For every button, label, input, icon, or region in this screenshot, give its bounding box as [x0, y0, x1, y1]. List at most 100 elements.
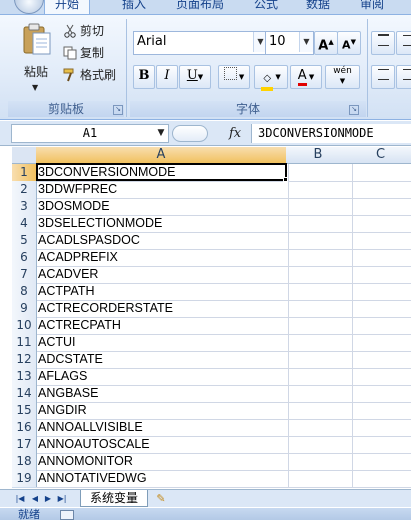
row-header[interactable]: 17	[12, 436, 37, 454]
cell-b[interactable]	[286, 317, 353, 335]
first-sheet-icon[interactable]: |◀	[14, 492, 26, 505]
cell-c[interactable]	[350, 232, 411, 250]
next-sheet-icon[interactable]: ▶	[42, 492, 54, 505]
column-header-c[interactable]: C	[350, 147, 411, 164]
sheet-tab-active[interactable]: 系统变量	[80, 490, 148, 507]
cell-c[interactable]	[350, 198, 411, 216]
cell-b[interactable]	[286, 300, 353, 318]
font-size-select[interactable]: 10 ▼	[265, 31, 314, 55]
tab-data[interactable]: 数据	[306, 0, 330, 14]
row-header[interactable]: 13	[12, 368, 37, 386]
underline-button[interactable]: U ▼	[179, 65, 211, 89]
cell-a[interactable]: ANNOAUTOSCALE	[36, 436, 289, 454]
row-header[interactable]: 3	[12, 198, 37, 216]
cell-c[interactable]	[350, 283, 411, 301]
font-name-select[interactable]: Arial ▼	[133, 31, 268, 55]
tab-formulas[interactable]: 公式	[254, 0, 278, 14]
clipboard-launcher-icon[interactable]: ↘	[113, 105, 123, 115]
row-header[interactable]: 14	[12, 385, 37, 403]
cell-c[interactable]	[350, 470, 411, 488]
row-header[interactable]: 16	[12, 419, 37, 437]
last-sheet-icon[interactable]: ▶|	[56, 492, 68, 505]
cell-a[interactable]: ANNOALLVISIBLE	[36, 419, 289, 437]
office-button[interactable]	[14, 0, 44, 14]
cell-b[interactable]	[286, 334, 353, 352]
cell-b[interactable]	[286, 436, 353, 454]
cell-a[interactable]: 3DSELECTIONMODE	[36, 215, 289, 233]
borders-button[interactable]: ▼	[218, 65, 250, 89]
cell-c[interactable]	[350, 266, 411, 284]
font-launcher-icon[interactable]: ↘	[349, 105, 359, 115]
cell-b[interactable]	[286, 198, 353, 216]
cell-b[interactable]	[286, 453, 353, 471]
name-box[interactable]: A1	[11, 124, 169, 143]
formula-input[interactable]: 3DCONVERSIONMODE	[251, 124, 411, 143]
row-header[interactable]: 6	[12, 249, 37, 267]
italic-button[interactable]: I	[156, 65, 178, 89]
insert-function-icon[interactable]: fx	[229, 124, 241, 143]
cell-a[interactable]: ACTRECORDERSTATE	[36, 300, 289, 318]
cell-c[interactable]	[350, 164, 411, 182]
row-header[interactable]: 2	[12, 181, 37, 199]
cell-c[interactable]	[350, 368, 411, 386]
row-header[interactable]: 7	[12, 266, 37, 284]
cell-a[interactable]: ANNOMONITOR	[36, 453, 289, 471]
cell-b[interactable]	[286, 283, 353, 301]
cell-a[interactable]: 3DOSMODE	[36, 198, 289, 216]
row-header[interactable]: 11	[12, 334, 37, 352]
cell-a[interactable]: ANGDIR	[36, 402, 289, 420]
cell-c[interactable]	[350, 317, 411, 335]
fill-color-button[interactable]: ◇ ▼	[254, 65, 288, 91]
cell-b[interactable]	[286, 266, 353, 284]
cell-a[interactable]: ACTUI	[36, 334, 289, 352]
cell-b[interactable]	[286, 351, 353, 369]
cell-b[interactable]	[286, 368, 353, 386]
cell-a[interactable]: 3DDWFPREC	[36, 181, 289, 199]
cell-a[interactable]: ACADLSPASDOC	[36, 232, 289, 250]
cell-a[interactable]: ACTRECPATH	[36, 317, 289, 335]
row-header[interactable]: 4	[12, 215, 37, 233]
tab-review[interactable]: 审阅	[360, 0, 384, 14]
font-color-button[interactable]: A ▼	[290, 65, 322, 89]
row-header[interactable]: 15	[12, 402, 37, 420]
cell-b[interactable]	[286, 470, 353, 488]
row-header[interactable]: 1	[12, 164, 37, 182]
cell-b[interactable]	[286, 232, 353, 250]
cell-a[interactable]: ANGBASE	[36, 385, 289, 403]
copy-button[interactable]: 复制	[63, 44, 104, 62]
formula-bar-expand-handle[interactable]	[172, 125, 208, 142]
cell-b[interactable]	[286, 419, 353, 437]
chevron-down-icon[interactable]: ▼	[154, 124, 168, 143]
cell-c[interactable]	[350, 249, 411, 267]
cell-a[interactable]: ACTPATH	[36, 283, 289, 301]
row-header[interactable]: 19	[12, 470, 37, 488]
tab-home[interactable]: 开始	[44, 0, 90, 14]
column-header-b[interactable]: B	[286, 147, 351, 164]
row-header[interactable]: 5	[12, 232, 37, 250]
prev-sheet-icon[interactable]: ◀	[29, 492, 41, 505]
cell-b[interactable]	[286, 215, 353, 233]
row-header[interactable]: 10	[12, 317, 37, 335]
tab-page-layout[interactable]: 页面布局	[176, 0, 224, 14]
cell-c[interactable]	[350, 300, 411, 318]
cell-c[interactable]	[350, 351, 411, 369]
grow-font-button[interactable]: A▲	[314, 31, 338, 55]
cell-b[interactable]	[286, 385, 353, 403]
cell-a[interactable]: ADCSTATE	[36, 351, 289, 369]
align-top-button[interactable]	[371, 31, 395, 55]
cell-a[interactable]: ACADVER	[36, 266, 289, 284]
format-painter-button[interactable]: 格式刷	[63, 66, 116, 84]
paste-button[interactable]: 粘贴 ▼	[20, 21, 56, 97]
select-all-button[interactable]	[12, 147, 37, 164]
cell-b[interactable]	[286, 181, 353, 199]
cell-b[interactable]	[286, 164, 353, 182]
cell-a[interactable]: ANNOTATIVEDWG	[36, 470, 289, 488]
worksheet-grid[interactable]: A B C 1 3DCONVERSIONMODE 2 3DDWFPREC 3 3DOSMO…	[0, 147, 411, 489]
row-header[interactable]: 9	[12, 300, 37, 318]
cell-c[interactable]	[350, 215, 411, 233]
cell-c[interactable]	[350, 453, 411, 471]
align-middle-button[interactable]	[396, 31, 411, 55]
cell-a[interactable]: AFLAGS	[36, 368, 289, 386]
row-header[interactable]: 18	[12, 453, 37, 471]
row-header[interactable]: 12	[12, 351, 37, 369]
